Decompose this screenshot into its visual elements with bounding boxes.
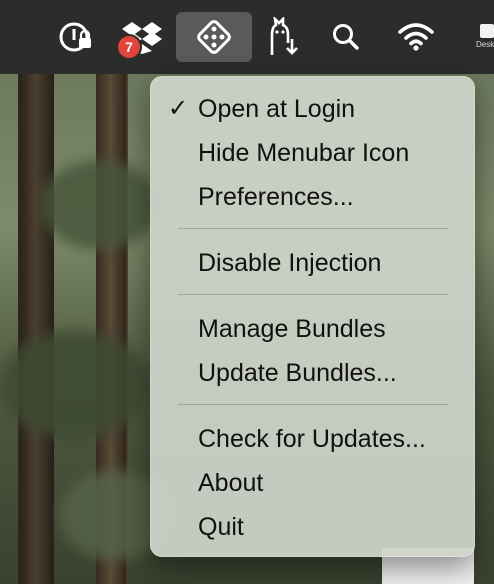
app-dropdown-menu: ✓ Open at Login Hide Menubar Icon Prefer… [150,76,475,557]
menu-item-label: Disable Injection [198,249,382,277]
menu-item-open-at-login[interactable]: ✓ Open at Login [150,89,475,129]
1password-menu-extra[interactable] [38,12,114,62]
app-menu-extra[interactable] [176,12,252,62]
1password-icon [59,22,91,52]
menu-item-label: Hide Menubar Icon [198,139,410,167]
menu-bar: 7 Desk [0,0,494,74]
spotlight-menu-extra[interactable] [308,12,384,62]
menu-item-label: Manage Bundles [198,315,386,343]
menu-item-label: Update Bundles... [198,359,397,387]
menu-item-label: Check for Updates... [198,425,426,453]
alpaca-download-icon [270,17,298,55]
menu-item-label: Open at Login [198,95,356,123]
menu-item-disable-injection[interactable]: Disable Injection [150,243,475,283]
desktop-label: Desk [476,40,494,49]
menu-item-label: About [198,469,264,497]
foliage [40,160,160,250]
menu-item-update-bundles[interactable]: Update Bundles... [150,353,475,393]
tree-trunk [20,74,54,584]
checkmark-icon: ✓ [168,95,189,122]
app-dice-icon [197,20,231,54]
menu-separator [178,294,448,295]
desktop-icon[interactable] [480,24,494,38]
menu-item-preferences[interactable]: Preferences... [150,177,475,217]
wifi-icon [398,23,434,51]
menu-item-quit[interactable]: Quit [150,507,475,547]
menu-item-label: Preferences... [198,183,354,211]
menu-separator [178,228,448,229]
foliage [0,330,150,440]
notification-badge: 7 [118,36,140,58]
menu-item-check-for-updates[interactable]: Check for Updates... [150,419,475,459]
dropbox-menu-extra[interactable]: 7 [104,12,180,62]
menu-item-manage-bundles[interactable]: Manage Bundles [150,309,475,349]
menu-item-about[interactable]: About [150,463,475,503]
menu-item-hide-menubar-icon[interactable]: Hide Menubar Icon [150,133,475,173]
menu-separator [178,404,448,405]
menu-item-label: Quit [198,513,244,541]
search-icon [333,24,359,50]
wifi-menu-extra[interactable] [378,12,454,62]
